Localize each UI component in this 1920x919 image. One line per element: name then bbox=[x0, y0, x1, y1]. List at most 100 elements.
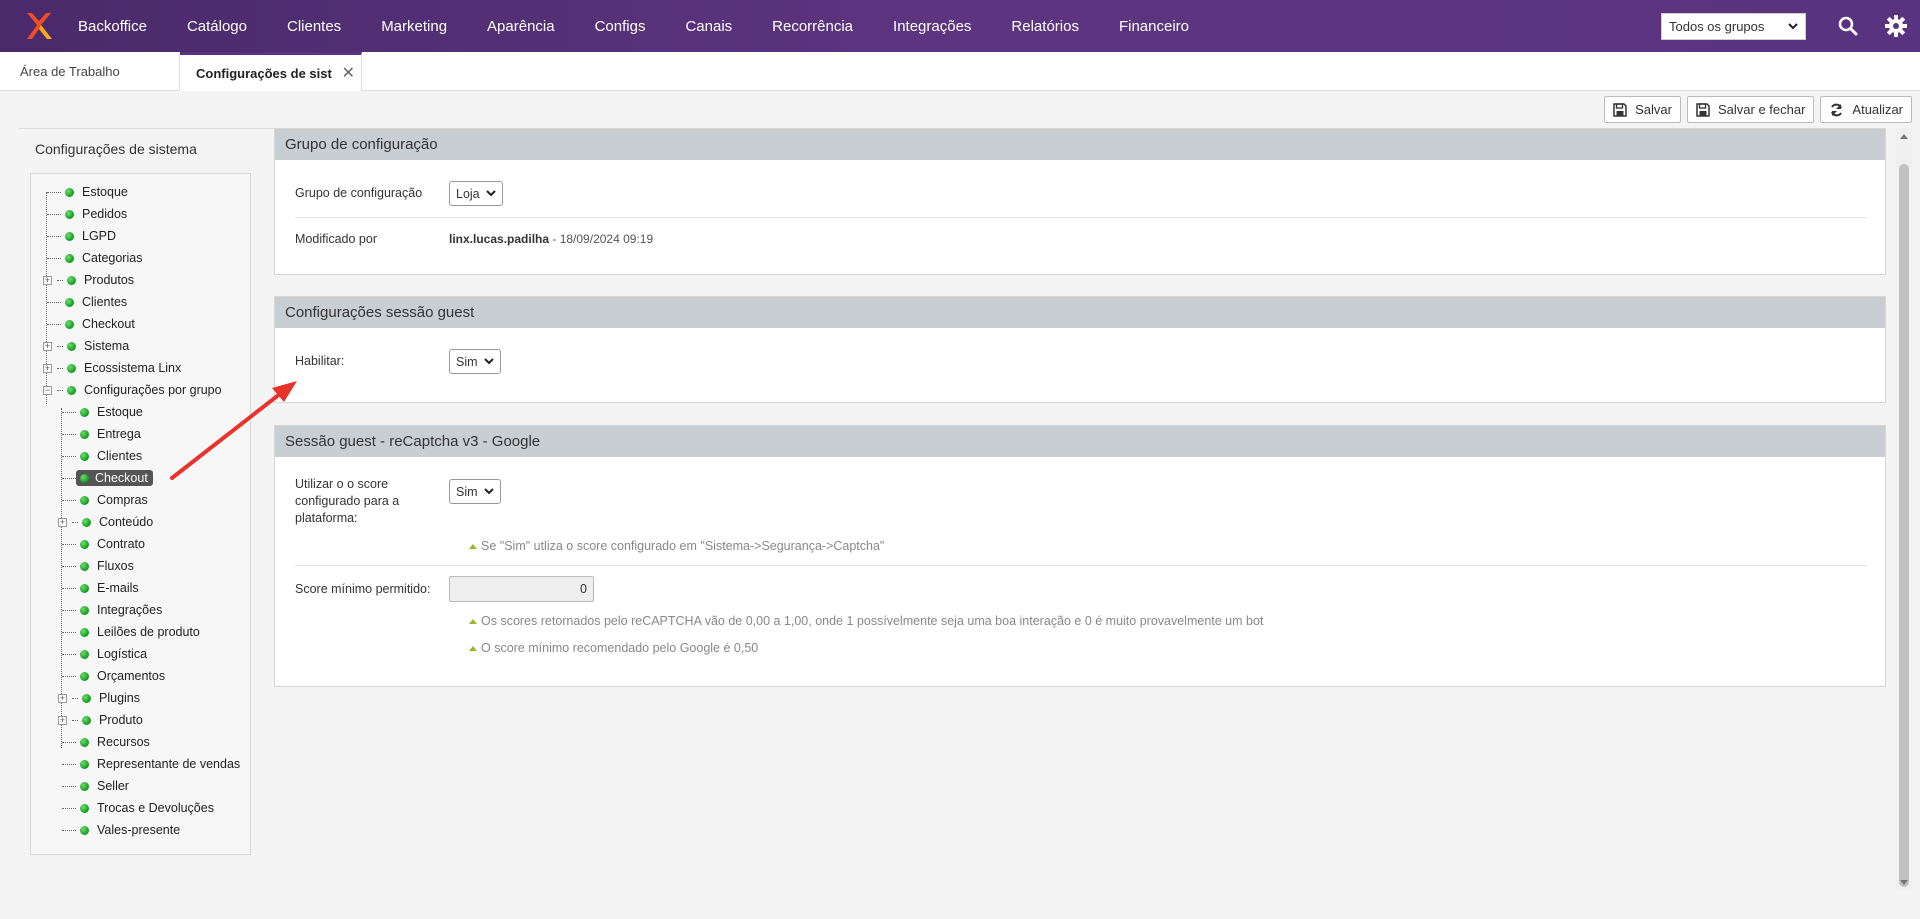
tree-item-group-integracoes[interactable]: Integrações bbox=[62, 600, 162, 620]
menu-canais[interactable]: Canais bbox=[665, 18, 752, 35]
field-label: Habilitar: bbox=[295, 354, 345, 368]
tab-area-de-trabalho[interactable]: Área de Trabalho bbox=[0, 52, 180, 91]
select-value: Sim bbox=[456, 484, 478, 499]
tree-item-group-orcamentos[interactable]: Orçamentos bbox=[62, 666, 165, 686]
status-dot-icon bbox=[80, 429, 89, 439]
tree-item-checkout[interactable]: Checkout bbox=[47, 314, 135, 334]
group-filter-value: Todos os grupos bbox=[1669, 18, 1765, 34]
menu-clientes[interactable]: Clientes bbox=[267, 18, 361, 35]
tree-item-sistema[interactable]: + Sistema bbox=[43, 336, 129, 356]
scroll-thumb[interactable] bbox=[1899, 164, 1909, 887]
status-dot-icon bbox=[82, 715, 91, 725]
status-dot-icon bbox=[80, 825, 89, 835]
tree-item-group-vales-presente[interactable]: Vales-presente bbox=[62, 820, 180, 840]
close-icon[interactable]: ✕ bbox=[342, 63, 355, 83]
scroll-down-icon[interactable] bbox=[1900, 880, 1908, 885]
tree-item-lgpd[interactable]: LGPD bbox=[47, 226, 116, 246]
field-config-group: Grupo de configuração Loja bbox=[295, 181, 1867, 206]
status-dot-icon bbox=[65, 231, 74, 241]
tree-item-group-emails[interactable]: E-mails bbox=[62, 578, 139, 598]
scroll-up-icon[interactable] bbox=[1900, 134, 1908, 139]
tree-panel-title: Configurações de sistema bbox=[35, 141, 197, 157]
section-title: Sessão guest - reCaptcha v3 - Google bbox=[275, 426, 1885, 457]
menu-relatorios[interactable]: Relatórios bbox=[991, 18, 1099, 35]
menu-configs[interactable]: Configs bbox=[575, 18, 666, 35]
vertical-scrollbar[interactable] bbox=[1896, 128, 1912, 891]
tree-item-produtos[interactable]: + Produtos bbox=[43, 270, 134, 290]
tree-item-configuracoes-por-grupo[interactable]: − Configurações por grupo bbox=[43, 380, 222, 400]
min-score-input[interactable]: 0 bbox=[449, 576, 594, 602]
menu-recorrencia[interactable]: Recorrência bbox=[752, 18, 873, 35]
status-dot-icon bbox=[82, 693, 91, 703]
save-and-close-button[interactable]: Salvar e fechar bbox=[1686, 96, 1815, 123]
menu-catalogo[interactable]: Catálogo bbox=[167, 18, 267, 35]
section-recaptcha: Sessão guest - reCaptcha v3 - Google Uti… bbox=[274, 425, 1886, 687]
menu-marketing[interactable]: Marketing bbox=[361, 18, 467, 35]
expand-icon[interactable]: + bbox=[43, 341, 52, 351]
status-dot-icon bbox=[65, 297, 74, 307]
search-icon[interactable] bbox=[1824, 0, 1872, 52]
tree-item-group-checkout-selected[interactable]: Checkout bbox=[62, 468, 153, 488]
menu-integracoes[interactable]: Integrações bbox=[873, 18, 991, 35]
chevron-down-icon bbox=[485, 190, 496, 197]
gear-icon[interactable] bbox=[1872, 0, 1920, 52]
tree-item-pedidos[interactable]: Pedidos bbox=[47, 204, 127, 224]
tree-item-group-estoque[interactable]: Estoque bbox=[62, 402, 143, 422]
tab-configuracoes-de-sistema[interactable]: Configurações de sistema ✕ bbox=[180, 52, 362, 91]
status-dot-icon bbox=[80, 649, 89, 659]
save-button[interactable]: Salvar bbox=[1604, 96, 1681, 123]
tree-item-ecossistema-linx[interactable]: + Ecossistema Linx bbox=[43, 358, 181, 378]
section-guest-session: Configurações sessão guest Habilitar: Si… bbox=[274, 296, 1886, 403]
floppy-disk-icon bbox=[1696, 102, 1710, 117]
tree-item-group-leiloes[interactable]: Leilões de produto bbox=[62, 622, 200, 642]
field-label: Modificado por bbox=[295, 231, 377, 246]
status-dot-icon bbox=[80, 605, 89, 615]
status-dot-icon bbox=[80, 495, 89, 505]
linx-logo[interactable] bbox=[0, 0, 78, 52]
field-label: Utilizar o o score configurado para a pl… bbox=[295, 477, 400, 525]
save-button-label: Salvar bbox=[1635, 102, 1672, 117]
tree-item-estoque[interactable]: Estoque bbox=[47, 182, 128, 202]
use-score-hint: Se "Sim" utliza o score configurado em "… bbox=[469, 539, 884, 553]
tree-item-group-trocas[interactable]: Trocas e Devoluções bbox=[62, 798, 214, 818]
expand-icon[interactable]: + bbox=[43, 275, 52, 285]
enable-guest-select[interactable]: Sim bbox=[449, 349, 501, 374]
status-dot-icon bbox=[65, 209, 74, 219]
tree-item-group-recursos[interactable]: Recursos bbox=[62, 732, 150, 752]
tree-item-group-fluxos[interactable]: Fluxos bbox=[62, 556, 134, 576]
status-dot-icon bbox=[80, 451, 89, 461]
expand-icon[interactable]: + bbox=[58, 517, 67, 527]
refresh-icon bbox=[1831, 103, 1843, 116]
tree-item-group-entrega[interactable]: Entrega bbox=[62, 424, 141, 444]
field-modified-by: Modificado por linx.lucas.padilha - 18/0… bbox=[295, 229, 1867, 249]
tree-item-categorias[interactable]: Categorias bbox=[47, 248, 142, 268]
menu-financeiro[interactable]: Financeiro bbox=[1099, 18, 1209, 35]
status-dot-icon bbox=[80, 781, 89, 791]
tree-item-group-logistica[interactable]: Logística bbox=[62, 644, 147, 664]
tree-item-group-representante[interactable]: Representante de vendas bbox=[62, 754, 240, 774]
tree-item-group-clientes[interactable]: Clientes bbox=[62, 446, 142, 466]
collapse-icon[interactable]: − bbox=[43, 385, 52, 395]
menu-backoffice[interactable]: Backoffice bbox=[78, 18, 167, 35]
select-value: Sim bbox=[456, 354, 478, 369]
status-dot-icon bbox=[67, 341, 76, 351]
tree-item-clientes[interactable]: Clientes bbox=[47, 292, 127, 312]
menu-aparencia[interactable]: Aparência bbox=[467, 18, 575, 35]
refresh-button[interactable]: Atualizar bbox=[1820, 96, 1912, 123]
hint-icon bbox=[469, 645, 477, 651]
expand-icon[interactable]: + bbox=[58, 715, 67, 725]
expand-icon[interactable]: + bbox=[43, 363, 52, 373]
config-group-select[interactable]: Loja bbox=[449, 181, 503, 206]
expand-icon[interactable]: + bbox=[58, 693, 67, 703]
group-filter-select[interactable]: Todos os grupos bbox=[1661, 12, 1806, 40]
tree-item-group-produto[interactable]: + Produto bbox=[58, 710, 143, 730]
modified-user: linx.lucas.padilha bbox=[449, 232, 550, 246]
tree-item-group-conteudo[interactable]: + Conteúdo bbox=[58, 512, 153, 532]
tree-item-group-plugins[interactable]: + Plugins bbox=[58, 688, 140, 708]
selected-tree-node[interactable]: Checkout bbox=[76, 470, 153, 486]
tree-item-group-contrato[interactable]: Contrato bbox=[62, 534, 145, 554]
tree-item-group-seller[interactable]: Seller bbox=[62, 776, 129, 796]
config-tree: Estoque Pedidos LGPD Categorias + Produto… bbox=[30, 173, 251, 855]
use-platform-score-select[interactable]: Sim bbox=[449, 479, 501, 504]
tree-item-group-compras[interactable]: Compras bbox=[62, 490, 148, 510]
